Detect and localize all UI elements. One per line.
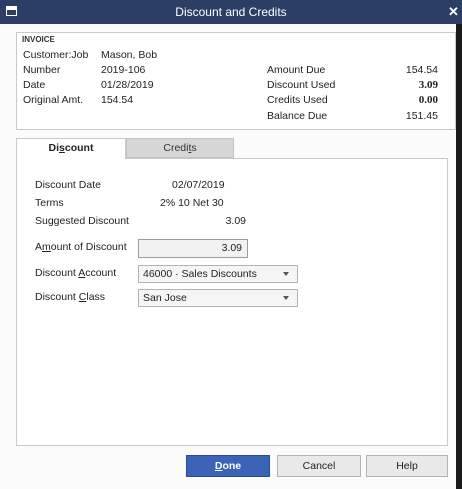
discount-used-label: Discount Used (267, 79, 336, 91)
discount-account-select[interactable]: 46000 · Sales Discounts (138, 265, 298, 283)
amount-of-discount-label: Amount of Discount (35, 241, 127, 253)
suggested-discount-label: Suggested Discount (35, 215, 129, 227)
balance-due-label: Balance Due (267, 110, 328, 122)
discount-class-select[interactable]: San Jose (138, 289, 298, 307)
chevron-down-icon (283, 272, 289, 276)
date-value: 01/28/2019 (101, 79, 154, 91)
credits-used-value: 0.00 (418, 94, 438, 106)
terms-value: 2% 10 Net 30 (160, 197, 224, 209)
discount-class-label: Discount Class (35, 291, 106, 303)
title-bar: Discount and Credits ✕ (0, 0, 462, 24)
amount-due-value: 154.54 (405, 64, 438, 76)
credits-used-label: Credits Used (267, 94, 328, 106)
discount-date-label: Discount Date (35, 179, 101, 191)
window-title: Discount and Credits (175, 5, 287, 19)
invoice-summary: INVOICE Customer:Job Mason, Bob Number 2… (16, 32, 456, 130)
invoice-heading: INVOICE (22, 35, 55, 44)
discount-account-label: Discount Account (35, 267, 117, 279)
discount-date-value: 02/07/2019 (172, 179, 225, 191)
customer-job-value: Mason, Bob (101, 49, 158, 61)
cancel-button[interactable]: Cancel (277, 455, 361, 477)
balance-due-value: 151.45 (405, 110, 438, 122)
amount-of-discount-input[interactable]: 3.09 (138, 239, 248, 258)
amount-due-label: Amount Due (267, 64, 326, 76)
customer-job-label: Customer:Job (23, 49, 89, 61)
tab-discount[interactable]: Discount (16, 138, 126, 159)
original-amt-label: Original Amt. (23, 94, 84, 106)
chevron-down-icon (283, 296, 289, 300)
terms-label: Terms (35, 197, 64, 209)
close-icon[interactable]: ✕ (448, 4, 459, 20)
discount-account-value: 46000 · Sales Discounts (143, 268, 257, 280)
number-label: Number (23, 64, 61, 76)
help-button[interactable]: Help (366, 455, 448, 477)
suggested-discount-value: 3.09 (225, 215, 246, 227)
tab-credits[interactable]: Credits (126, 138, 234, 158)
done-button[interactable]: Done (186, 455, 270, 477)
window-edge (456, 24, 462, 489)
date-label: Date (23, 79, 46, 91)
number-value: 2019-106 (101, 64, 146, 76)
discount-class-value: San Jose (143, 292, 187, 304)
discount-used-value: 3.09 (418, 79, 438, 91)
original-amt-value: 154.54 (101, 94, 134, 106)
